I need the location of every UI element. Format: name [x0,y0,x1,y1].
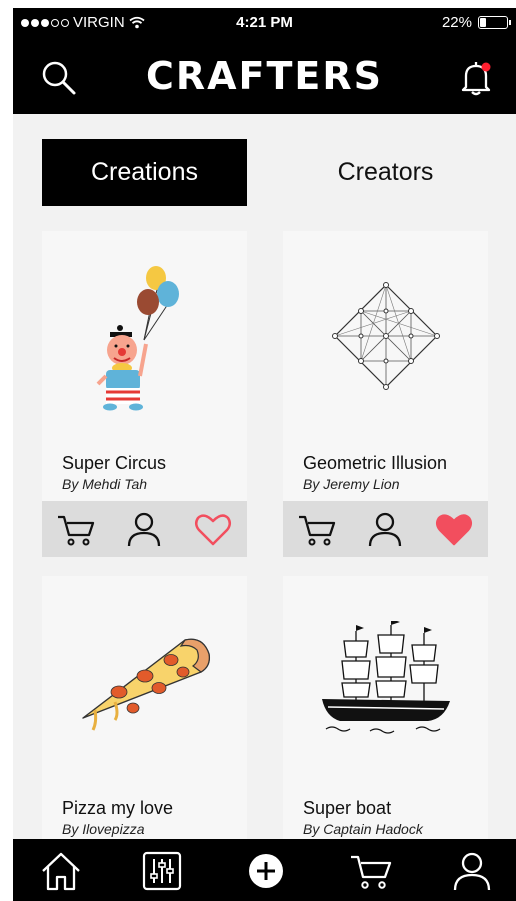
creation-author: By Jeremy Lion [303,476,400,492]
artwork-image [42,231,247,441]
creation-title: Super Circus [62,453,167,473]
tab-creators[interactable]: Creators [283,139,488,206]
creation-title: Pizza my love [62,798,174,818]
creation-title: Geometric Illusion [303,453,448,473]
creation-card[interactable]: Geometric Illusion By Jeremy Lion [283,231,488,557]
app-screen: VIRGIN 4:21 PM 22% CRAFTERS Creations Cr [13,8,516,901]
card-actions [42,501,247,557]
cart-icon[interactable] [297,509,337,549]
card-actions [283,501,488,557]
status-time: 4:21 PM [236,14,293,31]
artwork-image [42,576,247,786]
clown-illustration [96,266,179,411]
battery-percent: 22% [441,14,472,31]
creation-title: Super boat [303,798,392,818]
bottom-nav [13,839,516,901]
status-bar: VIRGIN 4:21 PM 22% [13,8,516,38]
creation-card[interactable]: Super Circus By Mehdi Tah [42,231,247,557]
creation-author: By Mehdi Tah [62,476,148,492]
notification-dot [481,62,491,72]
tab-creations[interactable]: Creations [42,139,247,206]
status-right: 22% [441,14,511,31]
pizza-illustration [81,638,210,731]
cart-icon[interactable] [349,849,393,893]
home-icon[interactable] [39,849,83,893]
creation-card[interactable]: Super boat By Captain Hadock [283,576,488,876]
bell-icon[interactable] [456,58,496,98]
plus-icon[interactable] [244,849,288,893]
app-logo: CRAFTERS [145,54,384,98]
sliders-icon[interactable] [140,849,184,893]
artwork-image [283,576,488,786]
creation-author: By Ilovepizza [62,821,145,837]
user-icon[interactable] [124,509,164,549]
creation-card[interactable]: Pizza my love By Ilovepizza [42,576,247,876]
ship-illustration [321,621,450,734]
user-icon[interactable] [365,509,405,549]
geometric-illustration [331,282,440,390]
heart-icon[interactable] [193,509,233,549]
artwork-image [283,231,488,441]
user-icon[interactable] [450,849,494,893]
creation-author: By Captain Hadock [303,821,423,837]
heart-filled-icon[interactable] [434,509,474,549]
app-header: CRAFTERS [13,38,516,114]
cart-icon[interactable] [56,509,96,549]
battery-icon [478,16,511,29]
